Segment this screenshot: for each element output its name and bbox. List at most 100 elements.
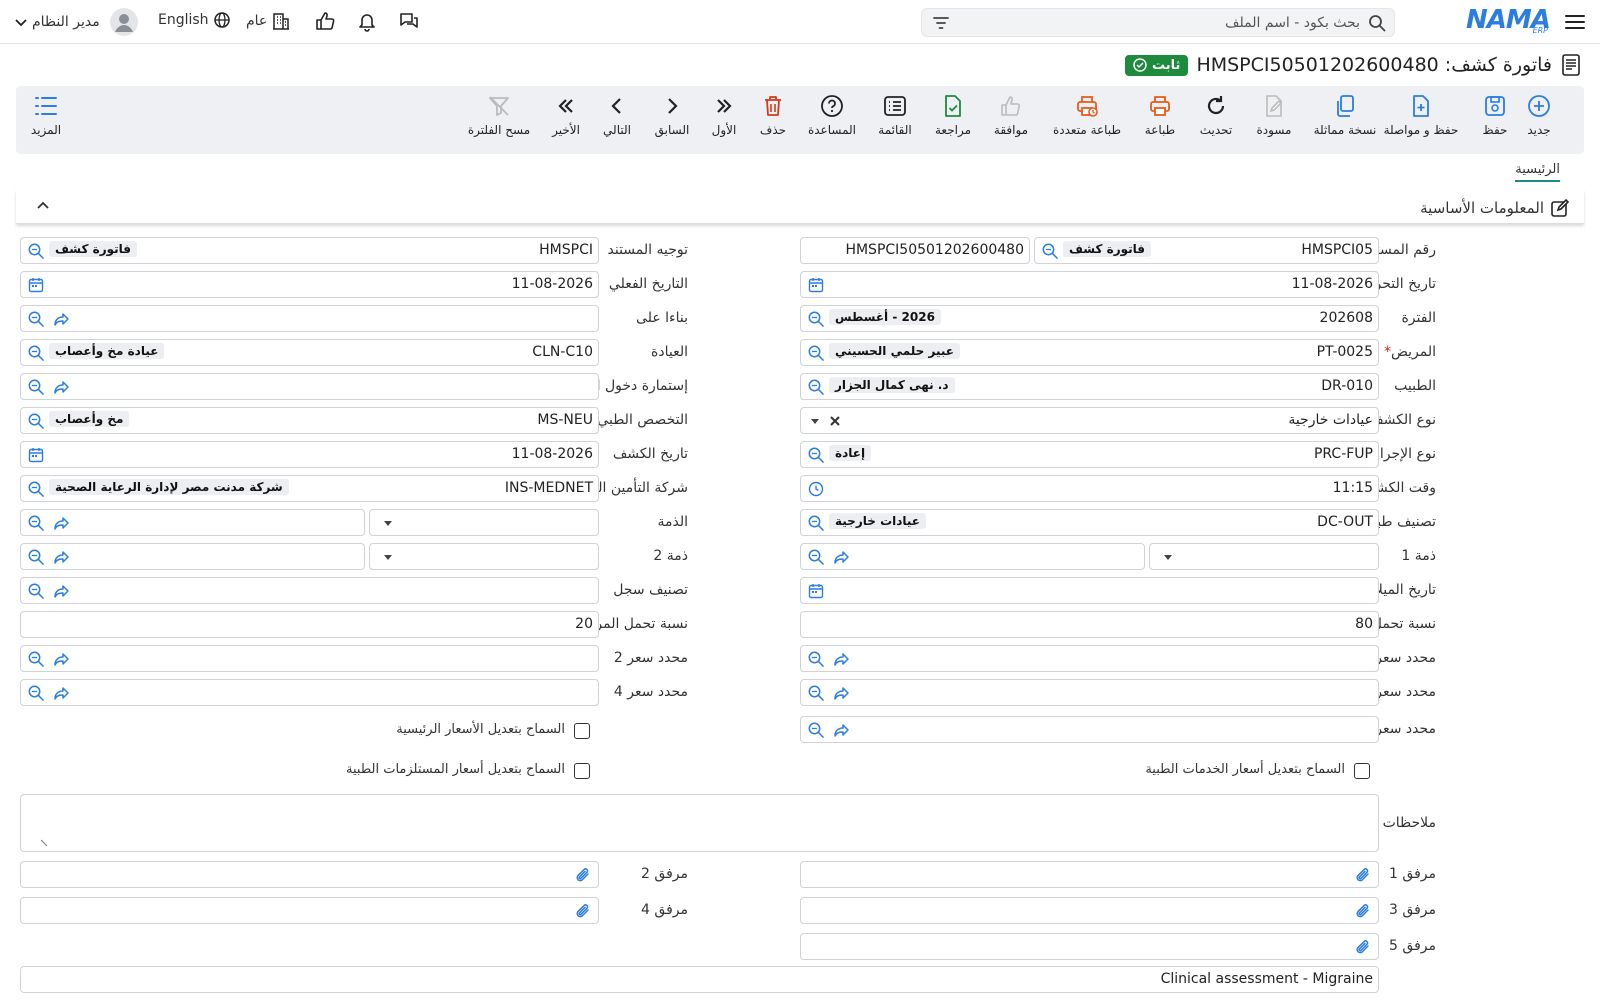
edit-date-field[interactable]: 11-08-2026	[800, 271, 1379, 298]
attachment2-field[interactable]	[20, 861, 599, 888]
section-header[interactable]: المعلومات الأساسية	[1420, 198, 1570, 218]
notes-textarea[interactable]	[20, 794, 1379, 852]
birth-date-field[interactable]	[800, 577, 1379, 604]
paperclip-icon[interactable]	[1353, 901, 1373, 921]
toolbar-clear-filter-button[interactable]: مسح الفلترة	[449, 94, 549, 137]
search-icon[interactable]	[1368, 14, 1386, 32]
attachment3-field[interactable]	[800, 897, 1379, 924]
clinic-field[interactable]: CLN-C10 عيادة مخ وأعصاب	[20, 339, 599, 366]
share-icon[interactable]	[53, 684, 71, 702]
filter-icon[interactable]	[932, 15, 950, 31]
clinical-assessment-field[interactable]: Clinical assessment - Migraine	[20, 966, 1379, 993]
search-plus-icon[interactable]	[27, 242, 45, 260]
price5-field[interactable]	[800, 716, 1379, 743]
share-icon[interactable]	[53, 582, 71, 600]
search-plus-icon[interactable]	[27, 412, 45, 430]
search-plus-icon[interactable]	[807, 310, 825, 328]
caret-down-icon[interactable]	[382, 517, 394, 529]
search-plus-icon[interactable]	[1041, 242, 1059, 260]
share-icon[interactable]	[833, 684, 851, 702]
paperclip-icon[interactable]	[1353, 865, 1373, 885]
exam-time-field[interactable]: 11:15	[800, 475, 1379, 502]
doc-direction-field[interactable]: HMSPCI فاتورة كشف	[20, 237, 599, 264]
search-plus-icon[interactable]	[807, 446, 825, 464]
search-plus-icon[interactable]	[27, 548, 45, 566]
toolbar-more-button[interactable]: المزيد	[26, 94, 66, 137]
doc-number-field[interactable]: HMSPCI05 فاتورة كشف	[1034, 237, 1379, 264]
share-icon[interactable]	[53, 548, 71, 566]
chat-icon[interactable]	[398, 10, 420, 32]
liability-select[interactable]	[369, 509, 599, 536]
menu-icon[interactable]	[1564, 12, 1586, 32]
chevron-up-icon[interactable]	[36, 199, 50, 213]
share-icon[interactable]	[833, 548, 851, 566]
share-icon[interactable]	[53, 514, 71, 532]
attachment1-field[interactable]	[800, 861, 1379, 888]
allow-supply-prices-checkbox[interactable]	[574, 763, 590, 779]
exam-type-select[interactable]: عيادات خارجية	[800, 407, 1379, 434]
share-icon[interactable]	[833, 721, 851, 739]
caret-down-icon[interactable]	[382, 551, 394, 563]
period-field[interactable]: 202608 2026 - أغسطس	[800, 305, 1379, 332]
bell-icon[interactable]	[356, 10, 378, 32]
calendar-icon[interactable]	[808, 277, 824, 293]
language-selector[interactable]: English	[158, 11, 231, 29]
clock-icon[interactable]	[808, 481, 824, 497]
resize-handle-icon[interactable]	[39, 838, 49, 848]
price3-field[interactable]	[800, 679, 1379, 706]
caret-down-icon[interactable]	[809, 415, 821, 427]
actual-date-field[interactable]: 11-08-2026	[20, 271, 599, 298]
price4-field[interactable]	[20, 679, 599, 706]
calendar-icon[interactable]	[808, 583, 824, 599]
liability2-select[interactable]	[369, 543, 599, 570]
search-input[interactable]	[980, 12, 1360, 34]
attachment4-field[interactable]	[20, 897, 599, 924]
record-class-field[interactable]	[20, 577, 599, 604]
search-plus-icon[interactable]	[807, 548, 825, 566]
search-plus-icon[interactable]	[27, 310, 45, 328]
share-icon[interactable]	[53, 378, 71, 396]
close-icon[interactable]	[828, 414, 842, 428]
search-plus-icon[interactable]	[807, 650, 825, 668]
search-plus-icon[interactable]	[27, 480, 45, 498]
scope-selector[interactable]: عام	[246, 11, 291, 31]
calendar-icon[interactable]	[28, 277, 44, 293]
caret-down-icon[interactable]	[1162, 551, 1174, 563]
liability2-field[interactable]	[20, 543, 365, 570]
insurance-field[interactable]: INS-MEDNET شركة مدنت مصر لإدارة الرعاية ا…	[20, 475, 599, 502]
calendar-icon[interactable]	[28, 447, 44, 463]
share-icon[interactable]	[53, 310, 71, 328]
thumbs-up-icon[interactable]	[314, 10, 336, 32]
search-plus-icon[interactable]	[27, 344, 45, 362]
search-plus-icon[interactable]	[27, 514, 45, 532]
app-logo[interactable]: NAMA ERP	[1466, 5, 1551, 39]
patient-field[interactable]: PT-0025 عبير حلمي الحسيني	[800, 339, 1379, 366]
admission-form-field[interactable]	[20, 373, 599, 400]
search-plus-icon[interactable]	[807, 514, 825, 532]
allow-service-prices-checkbox[interactable]	[1354, 763, 1370, 779]
liability1-field[interactable]	[800, 543, 1145, 570]
search-plus-icon[interactable]	[27, 582, 45, 600]
doc-medical-class-field[interactable]: DC-OUT عيادات خارجية	[800, 509, 1379, 536]
allow-main-prices-checkbox[interactable]	[574, 723, 590, 739]
procedure-type-field[interactable]: PRC-FUP إعادة	[800, 441, 1379, 468]
search-plus-icon[interactable]	[807, 378, 825, 396]
based-on-field[interactable]	[20, 305, 599, 332]
search-plus-icon[interactable]	[807, 344, 825, 362]
search-plus-icon[interactable]	[27, 378, 45, 396]
paperclip-icon[interactable]	[573, 865, 593, 885]
price2-field[interactable]	[20, 645, 599, 672]
search-plus-icon[interactable]	[27, 650, 45, 668]
company-share-field[interactable]: 80	[800, 611, 1379, 638]
doc-number-full-field[interactable]: HMSPCI50501202600480	[800, 237, 1030, 264]
doctor-field[interactable]: DR-010 د. نهى كمال الجزار	[800, 373, 1379, 400]
patient-share-field[interactable]: 20	[20, 611, 599, 638]
attachment5-field[interactable]	[800, 933, 1379, 960]
user-menu[interactable]: مدير النظام	[14, 8, 138, 36]
share-icon[interactable]	[833, 650, 851, 668]
specialty-field[interactable]: MS-NEU مخ وأعصاب	[20, 407, 599, 434]
liability1-select[interactable]	[1149, 543, 1379, 570]
share-icon[interactable]	[53, 650, 71, 668]
paperclip-icon[interactable]	[1353, 937, 1373, 957]
search-plus-icon[interactable]	[807, 721, 825, 739]
